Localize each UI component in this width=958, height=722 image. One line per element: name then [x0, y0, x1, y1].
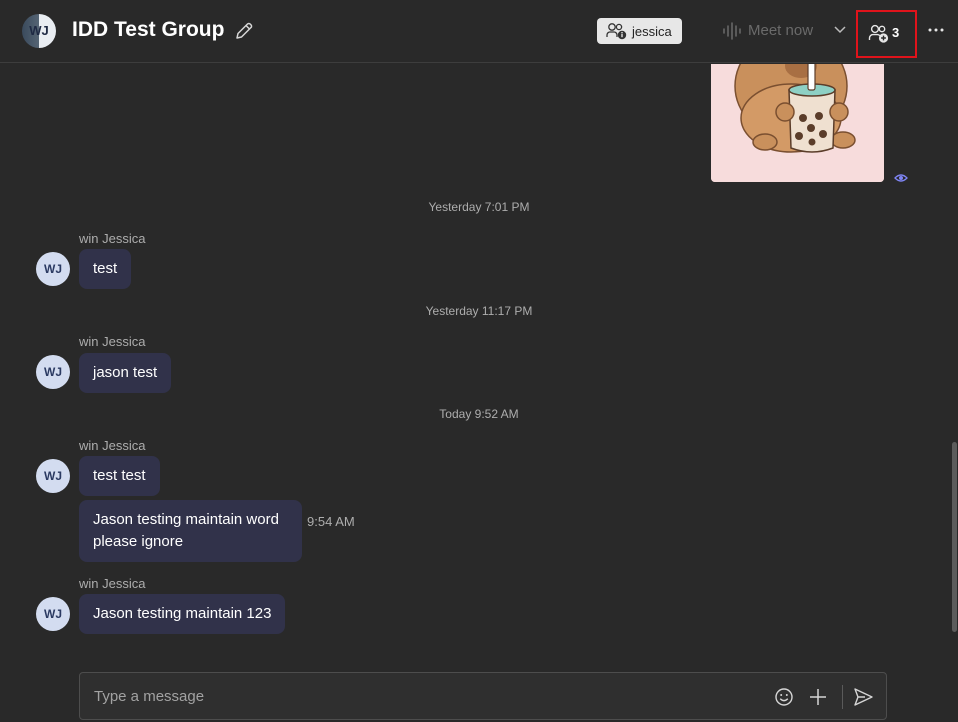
date-divider: Today 9:52 AM: [439, 407, 519, 421]
people-info-icon: [606, 23, 627, 40]
message-line: please ignore: [93, 533, 184, 550]
send-icon[interactable]: [852, 686, 874, 708]
people-add-icon: [868, 24, 889, 43]
audio-wave-icon: [723, 22, 741, 40]
message-bubble[interactable]: test test: [79, 456, 160, 496]
message-bubble[interactable]: jason test: [79, 353, 172, 393]
read-receipt-eye-icon: [894, 174, 908, 182]
avatar[interactable]: WJ: [36, 252, 70, 286]
plus-icon[interactable]: [808, 687, 828, 707]
chat-header: WJ IDD Test Group jessica Meet now 3: [0, 0, 958, 63]
pencil-icon[interactable]: [233, 20, 255, 42]
compose-box[interactable]: [79, 672, 887, 720]
group-avatar-initials: WJ: [29, 23, 49, 38]
user-chip[interactable]: jessica: [597, 18, 682, 44]
chat-title[interactable]: IDD Test Group: [72, 18, 224, 42]
capybara-illustration: [711, 64, 884, 182]
message-bubble[interactable]: Jason testing maintain 123: [79, 594, 286, 634]
participants-button[interactable]: 3: [856, 10, 917, 58]
scrollbar-thumb[interactable]: [952, 442, 957, 632]
message-bubble[interactable]: test: [79, 249, 132, 289]
user-chip-label: jessica: [632, 24, 672, 39]
meet-now-label: Meet now: [748, 22, 814, 39]
sender-name: win Jessica: [79, 438, 146, 453]
sender-name: win Jessica: [79, 231, 146, 246]
sender-name: win Jessica: [79, 576, 146, 591]
more-options-icon[interactable]: [926, 20, 946, 40]
date-divider: Yesterday 7:01 PM: [428, 200, 530, 214]
avatar[interactable]: WJ: [36, 355, 70, 389]
group-avatar[interactable]: WJ: [22, 14, 56, 48]
message-input[interactable]: [80, 673, 774, 719]
avatar[interactable]: WJ: [36, 597, 70, 631]
message-list[interactable]: Yesterday 7:01 PM win Jessica WJ test Ye…: [0, 64, 958, 670]
avatar[interactable]: WJ: [36, 459, 70, 493]
chevron-down-icon[interactable]: [833, 25, 847, 35]
emoji-icon[interactable]: [774, 687, 794, 707]
participants-count: 3: [892, 25, 900, 40]
sender-name: win Jessica: [79, 334, 146, 349]
compose-divider: [842, 685, 843, 709]
date-divider: Yesterday 11:17 PM: [425, 304, 533, 318]
message-bubble-multiline[interactable]: Jason testing maintain word please ignor…: [79, 500, 302, 562]
message-timestamp: 9:54 AM: [307, 514, 355, 529]
capybara-sticker[interactable]: [711, 64, 884, 182]
message-line: Jason testing maintain word: [93, 511, 279, 528]
